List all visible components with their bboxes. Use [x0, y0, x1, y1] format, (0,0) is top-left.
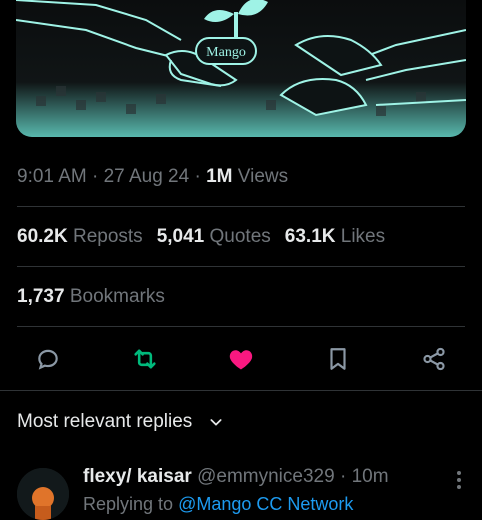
likes-count: 63.1K — [284, 226, 336, 247]
tweet-date[interactable]: 27 Aug 24 — [104, 166, 190, 187]
replying-to-label: Replying to — [83, 494, 179, 514]
chevron-down-icon — [210, 419, 222, 426]
reposts-label: Reposts — [72, 226, 143, 247]
quotes-count: 5,041 — [156, 226, 205, 247]
reply-time[interactable]: 10m — [352, 466, 389, 487]
divider — [17, 206, 465, 207]
reply-item[interactable]: flexy/ kaisar @emmynice329 · 10m Replyin… — [0, 460, 482, 520]
reply-author-name[interactable]: flexy/ kaisar — [83, 466, 192, 487]
meta-separator: · — [334, 466, 352, 487]
reposts-stat[interactable]: 60.2K Reposts — [17, 226, 143, 247]
like-button[interactable] — [226, 344, 256, 374]
quotes-stat[interactable]: 5,041 Quotes — [157, 226, 271, 247]
divider — [17, 326, 465, 327]
heart-icon — [229, 350, 253, 370]
meta-separator: · — [189, 166, 207, 187]
likes-label: Likes — [340, 226, 386, 247]
bookmarks-count: 1,737 — [17, 286, 65, 307]
bookmarks-stat[interactable]: 1,737 Bookmarks — [17, 286, 165, 308]
reply-context: Replying to @Mango CC Network — [83, 494, 353, 515]
engagement-stats: 60.2K Reposts 5,041 Quotes 63.1K Likes — [17, 226, 399, 248]
reply-author: flexy/ kaisar @emmynice329 · 10m — [83, 466, 389, 488]
views-label: Views — [232, 166, 289, 187]
tweet-media-image[interactable]: Mango — [16, 0, 466, 137]
repost-button[interactable] — [130, 344, 160, 374]
reply-icon — [38, 349, 58, 370]
divider — [0, 390, 482, 391]
bookmark-button[interactable] — [323, 344, 353, 374]
bookmarks-label: Bookmarks — [69, 286, 165, 307]
mention-link[interactable]: @Mango CC Network — [178, 494, 353, 514]
more-options-button[interactable] — [456, 470, 462, 495]
repost-icon — [134, 349, 156, 369]
reply-author-handle[interactable]: @emmynice329 — [197, 466, 335, 487]
reposts-count: 60.2K — [17, 226, 68, 247]
replies-heading: Most relevant replies — [17, 411, 193, 432]
replies-sort-dropdown[interactable]: Most relevant replies — [17, 411, 224, 433]
tweet-action-bar — [0, 344, 482, 374]
tweet-meta: 9:01 AM · 27 Aug 24 · 1M Views — [17, 166, 288, 188]
divider — [17, 266, 465, 267]
meta-separator: · — [86, 166, 104, 187]
mango-logo-text: Mango — [206, 45, 246, 60]
share-icon — [423, 347, 445, 371]
views-count: 1M — [206, 166, 233, 187]
likes-stat[interactable]: 63.1K Likes — [285, 226, 385, 247]
tweet-time[interactable]: 9:01 AM — [17, 166, 87, 187]
more-vertical-icon — [457, 471, 461, 489]
bookmark-icon — [330, 348, 346, 370]
reply-button[interactable] — [33, 344, 63, 374]
share-button[interactable] — [419, 344, 449, 374]
quotes-label: Quotes — [209, 226, 271, 247]
avatar[interactable] — [17, 468, 69, 520]
